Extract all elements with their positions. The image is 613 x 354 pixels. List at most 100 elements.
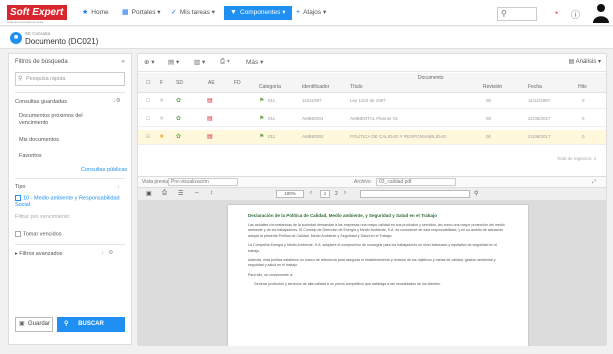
chart-icon[interactable]: ▥ ▾: [194, 58, 205, 66]
status-icon: ✿: [176, 134, 182, 140]
layout-icon[interactable]: ▤ ▾: [168, 58, 179, 66]
find-input[interactable]: [360, 190, 470, 198]
search-icon[interactable]: ⚲: [474, 190, 478, 197]
category-cell: 011: [268, 98, 276, 103]
hits-cell: 0: [582, 98, 585, 103]
prev-page-icon[interactable]: ‹: [310, 190, 312, 196]
identifier-cell: 11021997: [302, 98, 322, 103]
divider: [15, 178, 125, 179]
revision-cell: 00: [486, 98, 492, 103]
advanced-filters-icons[interactable]: ↓ ⚙: [101, 250, 113, 256]
fit-page-icon[interactable]: ↕: [210, 190, 213, 196]
row-checkbox[interactable]: ☑: [146, 134, 150, 140]
nav-portales[interactable]: ▦ Portales ▾: [116, 6, 167, 20]
list-icon[interactable]: ☰: [178, 190, 183, 197]
pdf-icon[interactable]: ▤: [207, 133, 213, 140]
divider: [15, 92, 125, 93]
category-cell: 011: [268, 134, 276, 139]
expiry-filter-input[interactable]: Filtrar por vencimiento: [15, 214, 69, 220]
help-icon[interactable]: ⓘ: [571, 8, 580, 21]
brand-logo[interactable]: Soft Expert: [7, 5, 67, 20]
global-search-input[interactable]: ⚲: [497, 7, 537, 21]
pdf-icon[interactable]: ▤: [207, 115, 213, 122]
add-icon[interactable]: ⊕ ▾: [144, 58, 155, 66]
tipo-label: Tipo: [15, 184, 26, 190]
public-queries-link[interactable]: Consultas públicas: [81, 167, 127, 173]
next-page-icon[interactable]: ›: [344, 190, 346, 196]
more-menu[interactable]: Más ▾: [246, 58, 263, 66]
date-cell: 21/08/2017: [528, 134, 551, 139]
view-mode-select[interactable]: ▤ Análisis ▾: [569, 58, 601, 65]
column-header[interactable]: Revisión: [483, 84, 502, 90]
divider: [15, 244, 125, 245]
nav-home[interactable]: ★ Home: [76, 6, 115, 20]
print-icon[interactable]: ⎙ ▾: [220, 58, 230, 66]
row-checkbox[interactable]: ☐: [146, 98, 150, 104]
column-header[interactable]: Título: [350, 84, 363, 90]
results-panel: ⊕ ▾ ▤ ▾ ▥ ▾ ⎙ ▾ Más ▾ ▤ Análisis ▾ ☐ F S…: [137, 53, 607, 346]
fit-width-icon[interactable]: ⇔: [194, 190, 200, 196]
saved-query-item[interactable]: Documentos próximos del vencimiento: [19, 113, 109, 127]
maximize-icon[interactable]: ⤢: [592, 179, 596, 185]
favorite-star-icon[interactable]: ★: [159, 97, 164, 104]
nav-atajos[interactable]: + Atajos ▾: [290, 6, 332, 20]
advanced-filters-toggle[interactable]: ▸ Filtros avanzados: [15, 251, 62, 257]
column-header[interactable]: Categoría: [259, 84, 281, 90]
check-icon: ✓: [171, 9, 177, 16]
identifier-cell: AMBIE002: [302, 134, 324, 139]
table-row[interactable]: ☐ ★ ✿ ▤ ⚑ 011 11021997 Ley 1103 de 1997 00 11/12/…: [138, 94, 606, 109]
document-paragraph: Generar productos y servicios de alta ca…: [254, 282, 441, 287]
saved-query-item[interactable]: Favoritos: [19, 153, 42, 159]
column-header[interactable]: AE: [208, 80, 215, 86]
column-header[interactable]: F: [160, 80, 163, 86]
preview-select[interactable]: Pre-visualización: [168, 178, 238, 186]
quick-search-input[interactable]: ⚲ Pesquisa rápida: [15, 72, 125, 86]
search-button[interactable]: ⚲ BUSCAR: [57, 317, 125, 332]
nav-componentes-label: Componentes: [239, 9, 281, 16]
saved-query-item[interactable]: Mis documentos: [19, 137, 59, 143]
title-cell: Ley 1103 de 1997: [350, 98, 386, 103]
tipo-icon[interactable]: ↓: [117, 184, 120, 190]
vencidos-checkbox[interactable]: Tomar vencidos: [15, 231, 62, 237]
save-button[interactable]: ▣ Guardar: [15, 317, 53, 332]
nav-componentes[interactable]: ▼ Componentes ▾: [224, 6, 292, 20]
nav-mis-tareas[interactable]: ✓ Mis tareas ▾: [165, 6, 221, 20]
pdf-toolbar: ▣ ⎙ ☰ ⇔ ↕ 100% ‹ 1 2 › ⚲: [138, 188, 606, 201]
date-cell: 21/08/2017: [528, 116, 551, 121]
column-header[interactable]: Hits: [578, 84, 587, 90]
document-paragraph: Para ello, se compromete a:: [248, 272, 293, 277]
print-icon[interactable]: ⎙: [162, 190, 167, 197]
collapse-icon[interactable]: «: [122, 59, 125, 65]
sort-icon[interactable]: ↓⚙: [113, 98, 121, 104]
page-total: 2: [335, 191, 338, 197]
column-header[interactable]: FD: [234, 80, 241, 86]
favorite-star-icon[interactable]: ★: [159, 133, 164, 140]
row-checkbox[interactable]: ☐: [146, 116, 150, 122]
tipo-checkbox[interactable]: [15, 195, 21, 201]
select-all-checkbox[interactable]: ☐: [146, 80, 150, 86]
tipo-value[interactable]: 10 - Medio ambiente y Responsabilidad So…: [15, 195, 123, 209]
table-row[interactable]: ☑ ★ ✿ ▤ ⚑ 011 AMBIE002 POLÍTICA DE CALIDAD Y RE…: [138, 130, 606, 145]
plus-icon: +: [296, 9, 301, 16]
pdf-viewer[interactable]: Declaración de la Política de Calidad, M…: [138, 201, 606, 346]
filters-panel: Filtros de búsqueda « ⚲ Pesquisa rápida …: [8, 53, 132, 345]
zoom-input[interactable]: 100%: [276, 190, 304, 198]
filters-title: Filtros de búsqueda: [15, 59, 68, 65]
user-avatar[interactable]: [592, 3, 610, 23]
identifier-cell: AMBIE001: [302, 116, 324, 121]
favorite-star-icon[interactable]: ★: [159, 115, 164, 122]
save-icon: ▣: [19, 321, 25, 327]
column-header[interactable]: Identificador: [302, 84, 329, 90]
page-input[interactable]: 1: [320, 190, 330, 198]
column-header[interactable]: SD: [176, 80, 183, 86]
hits-cell: 0: [582, 134, 585, 139]
pdf-icon[interactable]: ▤: [207, 97, 213, 104]
nav-mis-tareas-label: Mis tareas: [179, 9, 210, 16]
breadcrumb[interactable]: SE Consulta: [25, 31, 50, 36]
thumbnails-icon[interactable]: ▣: [146, 190, 152, 197]
notifications-icon[interactable]: ◔: [553, 8, 558, 18]
column-header[interactable]: Fecha: [528, 84, 542, 90]
file-select[interactable]: 03_calidad.pdf: [376, 178, 456, 186]
table-row[interactable]: ☐ ★ ✿ ▤ ⚑ 011 AMBIE001 AMBIENTAL Planner 01 00 21…: [138, 112, 606, 127]
date-cell: 11/12/1997: [528, 98, 551, 103]
